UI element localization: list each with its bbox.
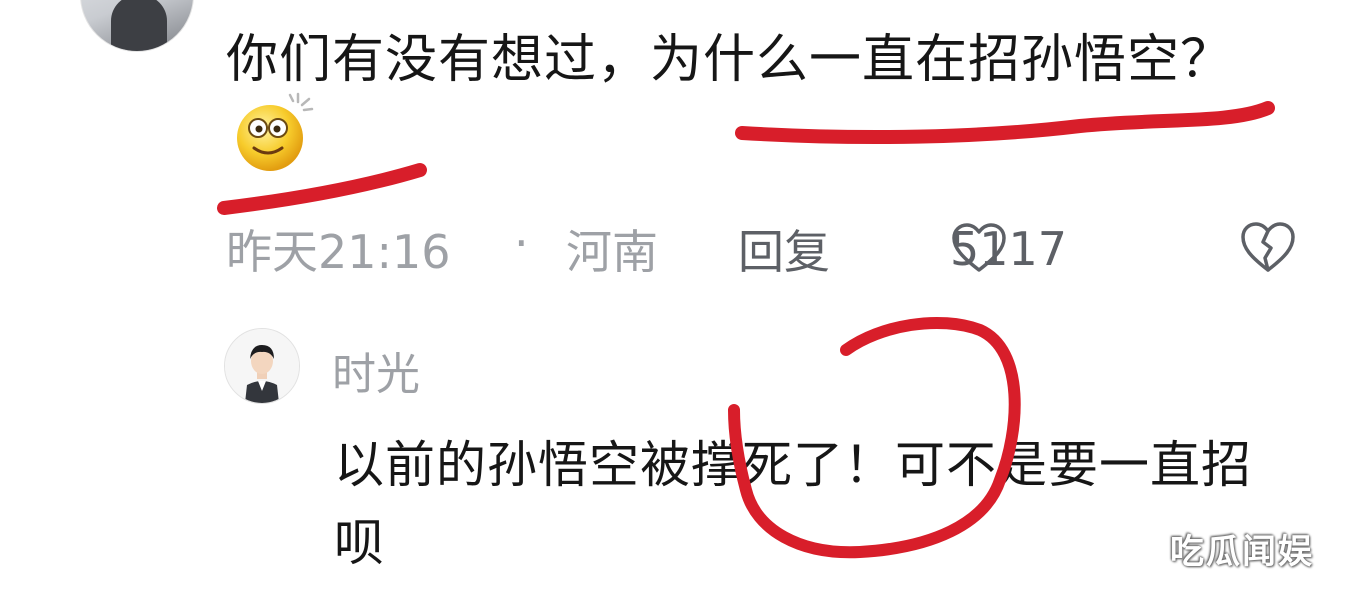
reply-button[interactable]: 回复 xyxy=(738,216,830,282)
comment-body: 你们有没有想过，为什么一直在招孙悟空？ xyxy=(226,24,1306,197)
comment-timestamp: 昨天21:16 xyxy=(226,225,451,279)
comment-text: 你们有没有想过，为什么一直在招孙悟空？ xyxy=(226,30,1234,90)
like-count: 5117 xyxy=(950,222,1068,276)
broken-heart-icon xyxy=(1238,220,1298,285)
meta-separator: · xyxy=(514,216,529,270)
watermark-text: 吃瓜闻娱 xyxy=(1170,532,1314,572)
comment-screenshot: 你们有没有想过，为什么一直在招孙悟空？ 昨天21:16 · 河南 回复 5117… xyxy=(0,0,1358,597)
reply-username[interactable]: 时光 xyxy=(332,338,420,402)
commenter-avatar[interactable] xyxy=(80,0,194,52)
reply-user-avatar[interactable] xyxy=(224,328,300,404)
dizzy-smile-emoji-icon xyxy=(232,92,314,193)
reply-body: 以前的孙悟空被撑死了！可不是要一直招呗 xyxy=(334,436,1252,572)
user-avatar-icon xyxy=(225,329,299,403)
avatar-person-figure xyxy=(111,0,167,51)
comment-location: 河南 xyxy=(566,225,658,279)
comment-meta-row: 昨天21:16 · 河南 回复 5117 xyxy=(226,212,1336,282)
